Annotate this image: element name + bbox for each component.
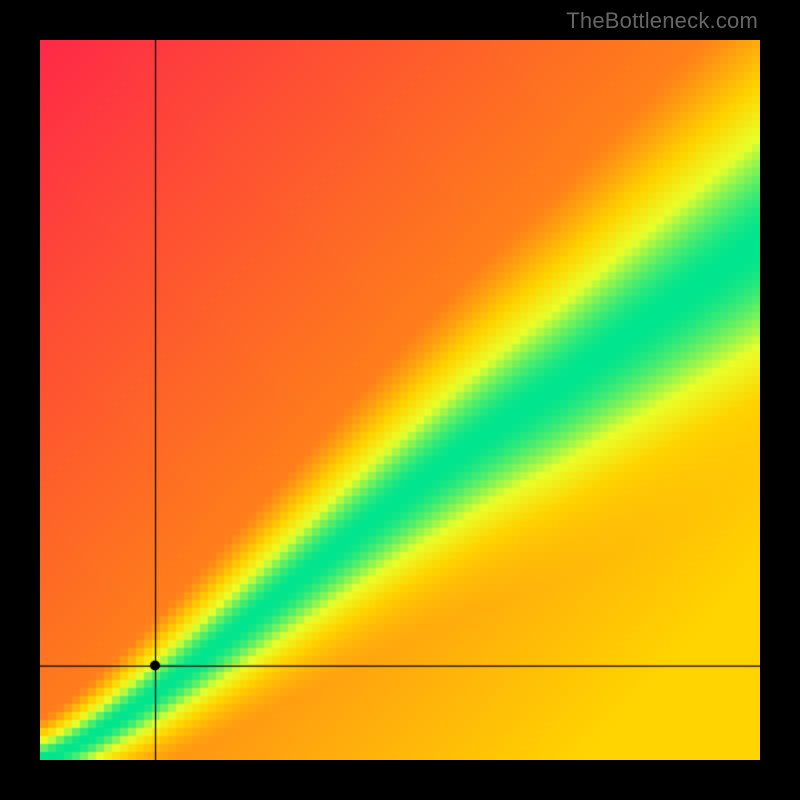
heatmap-plot — [40, 40, 760, 760]
chart-frame: TheBottleneck.com — [0, 0, 800, 800]
heatmap-canvas — [40, 40, 760, 760]
watermark-text: TheBottleneck.com — [566, 8, 758, 34]
